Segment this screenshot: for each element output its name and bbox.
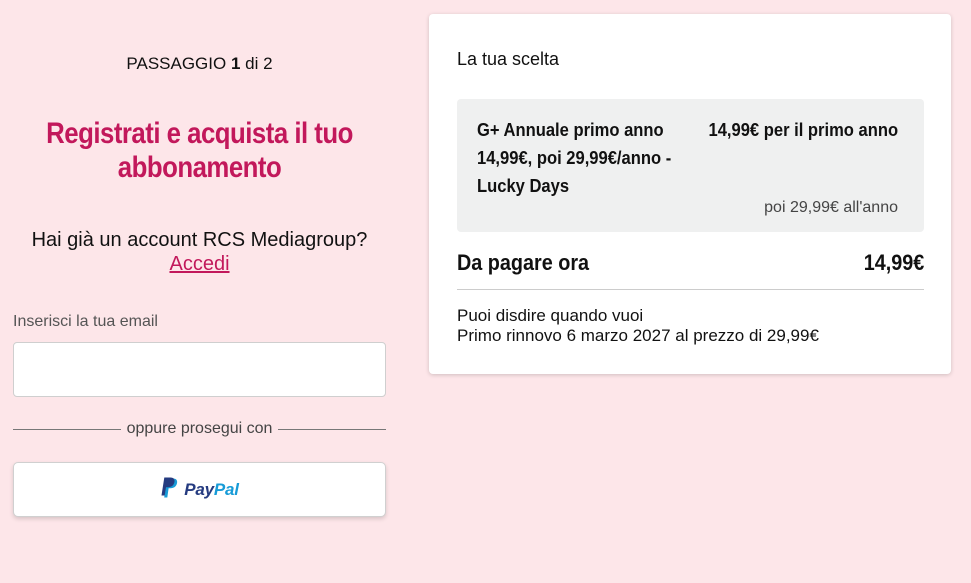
due-now-amount: 14,99€ — [863, 250, 924, 275]
divider-line-right — [278, 428, 387, 430]
cancel-note: Puoi disdire quando vuoi — [457, 306, 644, 325]
summary-divider — [457, 289, 924, 290]
step-suffix: di 2 — [245, 54, 273, 73]
divider-line-left — [13, 428, 121, 430]
plan-box: G+ Annuale primo anno 14,99€, poi 29,99€… — [457, 99, 924, 232]
step-current: 1 — [230, 54, 241, 73]
divider: oppure prosegui con — [13, 420, 387, 438]
have-account-text: Hai già un account RCS Mediagroup? — [31, 229, 368, 251]
due-now-label: Da pagare ora — [457, 250, 590, 275]
step-indicator: PASSAGGIO 1 di 2 — [13, 54, 386, 74]
order-summary-card: La tua scelta G+ Annuale primo anno 14,9… — [429, 14, 951, 374]
summary-title: La tua scelta — [457, 49, 560, 69]
plan-name: G+ Annuale primo anno 14,99€, poi 29,99€… — [477, 120, 672, 196]
divider-text: oppure prosegui con — [126, 420, 273, 437]
plan-renewal-price: poi 29,99€ all'anno — [764, 199, 898, 216]
login-link[interactable]: Accedi — [13, 252, 386, 276]
paypal-label-pal: Pal — [213, 479, 239, 499]
paypal-label: PayPal — [184, 480, 239, 500]
step-prefix: PASSAGGIO — [126, 54, 227, 73]
renewal-note: Primo rinnovo 6 marzo 2027 al prezzo di … — [457, 326, 819, 345]
email-label: Inserisci la tua email — [13, 313, 158, 330]
paypal-button[interactable]: PayPal — [13, 462, 386, 517]
page-title: Registrati e acquista il tuo abbonamento — [46, 117, 353, 184]
email-field[interactable] — [13, 342, 386, 397]
plan-price: 14,99€ per il primo anno — [708, 120, 898, 140]
paypal-logo-icon — [160, 477, 178, 503]
paypal-label-pay: Pay — [184, 479, 214, 499]
